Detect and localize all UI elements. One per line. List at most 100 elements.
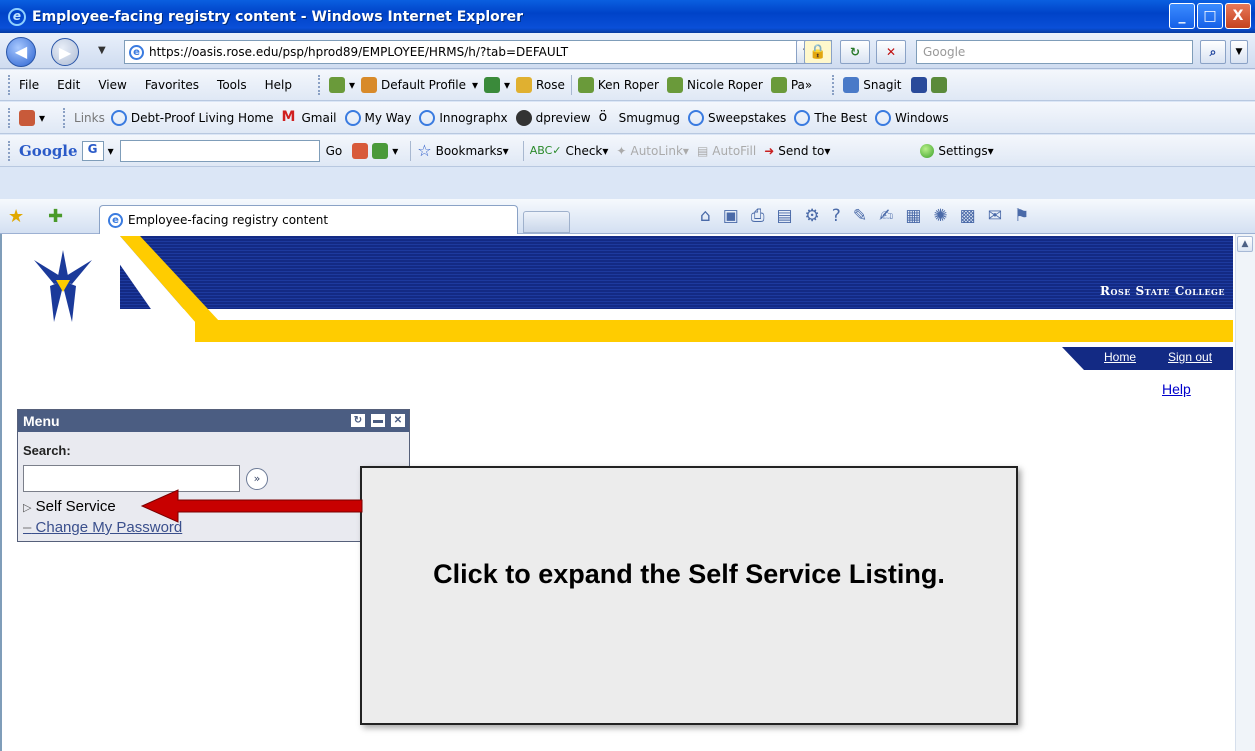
research-icon[interactable]: ✎ xyxy=(853,206,867,226)
refresh-icon[interactable]: ↻ xyxy=(840,40,870,64)
default-profile-button[interactable]: Default Profile xyxy=(381,78,466,92)
menu-search-label: Search: xyxy=(23,443,71,458)
notes-icon[interactable]: ▦ xyxy=(905,206,921,226)
send-to-button[interactable]: Send to xyxy=(778,144,824,158)
ken-roper-button[interactable]: Ken Roper xyxy=(598,78,659,92)
help-icon[interactable]: ? xyxy=(832,206,841,226)
edit-capture-icon[interactable] xyxy=(931,77,948,93)
send-to-icon: ➜ xyxy=(764,143,775,158)
edit-icon[interactable]: ✍ xyxy=(879,206,893,226)
menu-search-go-button[interactable]: » xyxy=(246,468,268,490)
menu-item-change-password[interactable]: – Change My Password xyxy=(23,519,182,536)
sign-out-link[interactable]: Sign out xyxy=(1168,350,1212,364)
snagit-button[interactable]: Snagit xyxy=(863,78,901,92)
tab-page-icon: e xyxy=(108,212,123,228)
command-bar: ⌂ ▣ ⎙ ▤ ⚙ ? ✎ ✍ ▦ ✺ ▩ ✉ ⚑ xyxy=(700,206,1029,226)
menu-edit[interactable]: Edit xyxy=(57,78,80,92)
toolbar-icon[interactable] xyxy=(372,142,389,159)
home-link[interactable]: Home xyxy=(1104,350,1136,364)
messenger-icon[interactable]: ✺ xyxy=(933,206,947,226)
popup-blocker-icon[interactable] xyxy=(352,142,369,159)
title-bar: e Employee-facing registry content - Win… xyxy=(0,0,1255,33)
profile-icon xyxy=(361,77,377,93)
calendar-icon[interactable]: ▩ xyxy=(960,206,976,226)
stop-icon[interactable]: ✕ xyxy=(876,40,906,64)
autolink-button[interactable]: AutoLink xyxy=(630,144,682,158)
menu-pagelet: Menu ↻ ▬ ✕ Search: » ▷ Self Service – Ch… xyxy=(17,409,410,542)
menu-search-input[interactable] xyxy=(23,465,240,492)
menu-favorites[interactable]: Favorites xyxy=(145,78,199,92)
link-smugmug[interactable]: Smugmug xyxy=(619,111,680,125)
links-label: Links xyxy=(74,110,105,125)
settings-button[interactable]: Settings xyxy=(938,144,987,158)
link-innographx[interactable]: Innographx xyxy=(439,111,507,125)
tab-active[interactable]: e Employee-facing registry content xyxy=(99,205,518,234)
back-button[interactable]: ◀ xyxy=(6,37,36,67)
autofill-button[interactable]: AutoFill xyxy=(712,144,756,158)
google-g-icon[interactable]: G xyxy=(81,140,104,161)
search-input[interactable]: Google xyxy=(916,40,1193,64)
link-gmail[interactable]: Gmail xyxy=(301,111,336,125)
bookmarks-button[interactable]: Bookmarks xyxy=(436,144,503,158)
close-button[interactable]: X xyxy=(1225,3,1251,29)
menu-file[interactable]: File xyxy=(19,78,39,92)
settings-status-icon xyxy=(920,143,935,158)
link-dpreview[interactable]: dpreview xyxy=(536,111,591,125)
page-menu-icon[interactable]: ▤ xyxy=(776,206,792,226)
menu-view[interactable]: View xyxy=(98,78,126,92)
vertical-scrollbar[interactable] xyxy=(1235,234,1255,751)
link-my-way[interactable]: My Way xyxy=(365,111,412,125)
google-search-input[interactable] xyxy=(119,139,320,162)
check-button[interactable]: Check xyxy=(565,144,602,158)
autofill-icon: ▤ xyxy=(696,143,709,158)
capture-icon[interactable] xyxy=(911,77,928,93)
google-go-button[interactable]: Go xyxy=(326,144,343,158)
link-debt-proof[interactable]: Debt-Proof Living Home xyxy=(131,111,274,125)
menu-title: Menu xyxy=(23,413,60,429)
expand-triangle-icon: ▷ xyxy=(23,502,32,514)
feeds-icon[interactable]: ▣ xyxy=(723,206,739,226)
rose-icon xyxy=(516,77,533,93)
menu-item-label: Self Service xyxy=(35,498,116,515)
scroll-up-button[interactable]: ▲ xyxy=(1237,236,1253,252)
search-options-icon[interactable]: ▼ xyxy=(1230,40,1248,64)
add-favorites-icon[interactable]: ✚ xyxy=(48,206,63,227)
address-bar[interactable]: e https://oasis.rose.edu/psp/hprod89/EMP… xyxy=(124,40,832,64)
minimize-menu-icon[interactable]: ▬ xyxy=(371,414,385,427)
maximize-button[interactable]: □ xyxy=(1197,3,1223,29)
link-sweepstakes[interactable]: Sweepstakes xyxy=(708,111,786,125)
link-windows[interactable]: Windows xyxy=(895,111,949,125)
links-bar: ▾ Links Debt-Proof Living Home M Gmail M… xyxy=(0,102,1255,134)
lock-icon[interactable]: 🔒 xyxy=(804,40,832,64)
print-icon[interactable]: ⎙ xyxy=(751,206,765,226)
remove-menu-icon[interactable]: ✕ xyxy=(391,414,405,427)
help-link[interactable]: Help xyxy=(1162,381,1191,397)
favorites-star-icon[interactable]: ★ xyxy=(8,206,24,227)
glasses-icon[interactable] xyxy=(484,77,501,93)
recent-pages-dropdown-icon[interactable]: ▼ xyxy=(98,45,106,56)
ken-icon xyxy=(577,77,594,93)
ie-link-icon xyxy=(419,109,436,126)
rose-button[interactable]: Rose xyxy=(536,78,565,92)
menu-tools[interactable]: Tools xyxy=(217,78,247,92)
minimize-button[interactable]: _ xyxy=(1169,3,1195,29)
extra-icon[interactable]: ⚑ xyxy=(1014,206,1029,226)
nicole-icon xyxy=(666,77,683,93)
forward-button[interactable]: ▶ xyxy=(51,38,79,66)
research-tool-icon[interactable]: ✉ xyxy=(988,206,1002,226)
ie-link-icon xyxy=(875,109,892,126)
link-the-best[interactable]: The Best xyxy=(814,111,867,125)
tools-icon[interactable]: ⚙ xyxy=(805,206,820,226)
user-icon[interactable] xyxy=(328,77,345,93)
menu-help[interactable]: Help xyxy=(265,78,292,92)
pa-button[interactable]: Pa xyxy=(791,78,805,92)
email-icon[interactable] xyxy=(19,109,35,126)
refresh-menu-icon[interactable]: ↻ xyxy=(351,414,365,427)
nicole-roper-button[interactable]: Nicole Roper xyxy=(687,78,763,92)
menu-item-self-service[interactable]: ▷ Self Service xyxy=(23,498,116,515)
home-icon[interactable]: ⌂ xyxy=(700,206,711,226)
new-tab-button[interactable] xyxy=(523,211,570,233)
menu-item-label: Change My Password xyxy=(35,519,183,536)
ie-logo-icon: e xyxy=(8,7,26,26)
search-icon[interactable]: ⌕ xyxy=(1200,40,1226,64)
